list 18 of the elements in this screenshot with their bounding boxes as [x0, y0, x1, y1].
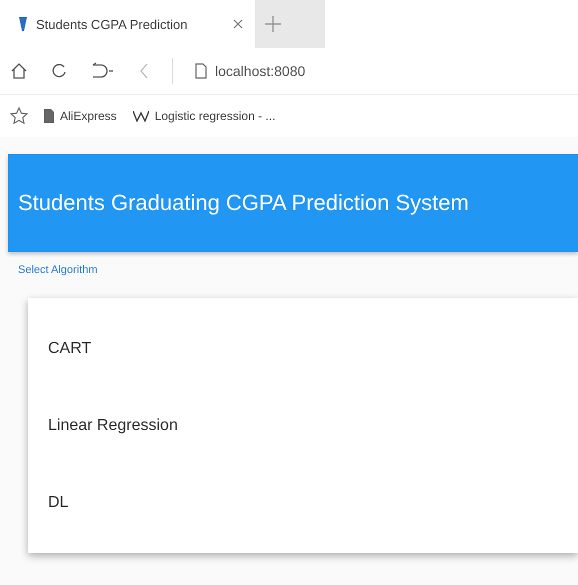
star-icon[interactable] [10, 107, 28, 125]
menu-option[interactable]: DL [28, 464, 578, 541]
select-label: Select Algorithm [18, 264, 98, 276]
bookmark-item[interactable]: AliExpress [44, 109, 117, 123]
menu-option[interactable]: CART [28, 310, 578, 387]
new-tab-icon[interactable] [265, 16, 281, 32]
shield-icon [18, 16, 28, 32]
page-icon [195, 63, 207, 79]
address-bar[interactable]: localhost:8080 [215, 63, 306, 79]
close-icon[interactable] [233, 19, 243, 29]
page-icon [44, 109, 54, 123]
refresh-icon[interactable] [50, 62, 68, 80]
bookmark-item[interactable]: Logistic regression - ... [132, 109, 276, 123]
undo-icon[interactable] [90, 62, 116, 80]
wikipedia-w-icon [132, 110, 149, 122]
menu-option[interactable]: Linear Regression [28, 387, 578, 464]
home-icon[interactable] [10, 62, 28, 80]
app-title: Students Graduating CGPA Prediction System [18, 190, 469, 216]
